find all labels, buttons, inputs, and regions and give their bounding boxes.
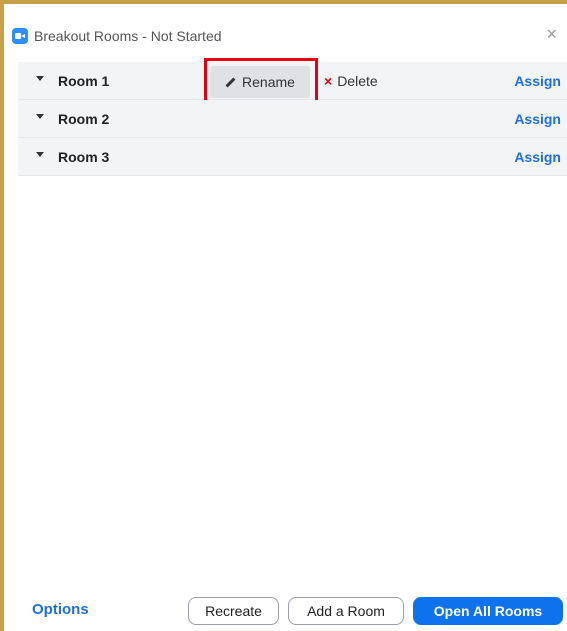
rename-highlight-box [204, 58, 318, 106]
zoom-camera-icon [12, 28, 28, 44]
room-row-2[interactable]: Room 2 Assign [18, 100, 567, 138]
window-title: Breakout Rooms - Not Started [34, 28, 222, 44]
footer-bar: Options Recreate Add a Room Open All Roo… [4, 594, 567, 630]
delete-button[interactable]: × Delete [324, 62, 378, 100]
room-name: Room 3 [58, 149, 110, 165]
caret-down-icon[interactable] [36, 152, 44, 157]
assign-button[interactable]: Assign [514, 100, 561, 138]
delete-label: Delete [337, 73, 378, 89]
room-name: Room 1 [58, 73, 110, 89]
assign-button[interactable]: Assign [514, 62, 561, 100]
assign-button[interactable]: Assign [514, 138, 561, 176]
room-list: Room 1 Rename × Delete Assign Room 2 Assi… [18, 58, 567, 176]
room-row-3[interactable]: Room 3 Assign [18, 138, 567, 176]
options-link[interactable]: Options [32, 594, 89, 626]
room-name: Room 2 [58, 111, 110, 127]
room-row-1[interactable]: Room 1 Rename × Delete Assign [18, 58, 567, 106]
add-room-button[interactable]: Add a Room [288, 597, 404, 625]
title-bar: Breakout Rooms - Not Started × [4, 4, 567, 56]
breakout-rooms-window: Breakout Rooms - Not Started × Room 1 Re… [4, 4, 567, 631]
caret-down-icon[interactable] [36, 114, 44, 119]
x-icon: × [324, 73, 333, 89]
close-icon[interactable]: × [546, 24, 557, 44]
open-all-rooms-button[interactable]: Open All Rooms [413, 597, 563, 625]
caret-down-icon[interactable] [36, 76, 44, 81]
recreate-button[interactable]: Recreate [188, 597, 279, 625]
